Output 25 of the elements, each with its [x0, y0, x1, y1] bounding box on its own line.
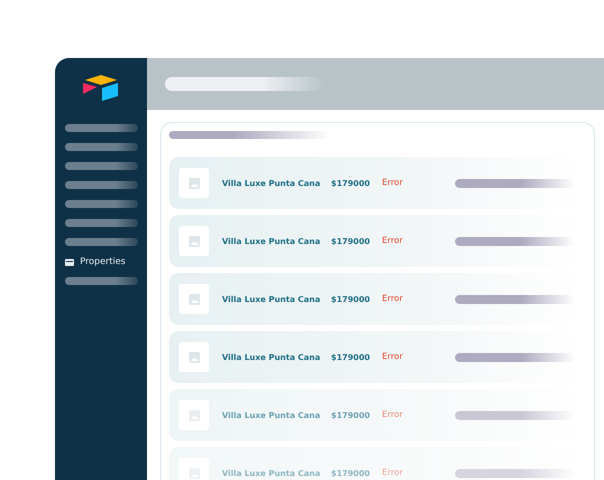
envelope-icon: [65, 258, 74, 266]
image-icon: [188, 352, 200, 362]
listing-status: Error: [382, 410, 404, 420]
listing-status: Error: [382, 178, 404, 188]
image-icon: [188, 236, 200, 246]
listing-status: Error: [382, 294, 404, 304]
listing-price: $179000: [331, 236, 371, 246]
image-icon: [188, 294, 200, 304]
image-icon: [188, 178, 200, 188]
listing-name: Villa Luxe Punta Cana: [222, 352, 322, 362]
listing-price: $179000: [331, 178, 371, 188]
listing-status: Error: [382, 236, 404, 246]
listing-name: Villa Luxe Punta Cana: [222, 468, 322, 478]
sidebar-link[interactable]: Properties: [80, 257, 126, 267]
listing-price: $179000: [331, 352, 371, 362]
listing-name: Villa Luxe Punta Cana: [222, 294, 322, 304]
listing-name: Villa Luxe Punta Cana: [222, 410, 322, 420]
listing-name: Villa Luxe Punta Cana: [222, 178, 322, 188]
listing-status: Error: [382, 468, 404, 478]
listing-price: $179000: [331, 294, 371, 304]
listing-price: $179000: [331, 410, 371, 420]
listing-name: Villa Luxe Punta Cana: [222, 236, 322, 246]
listing-status: Error: [382, 352, 404, 362]
listing-price: $179000: [331, 468, 371, 478]
logo-icon: [81, 74, 121, 102]
